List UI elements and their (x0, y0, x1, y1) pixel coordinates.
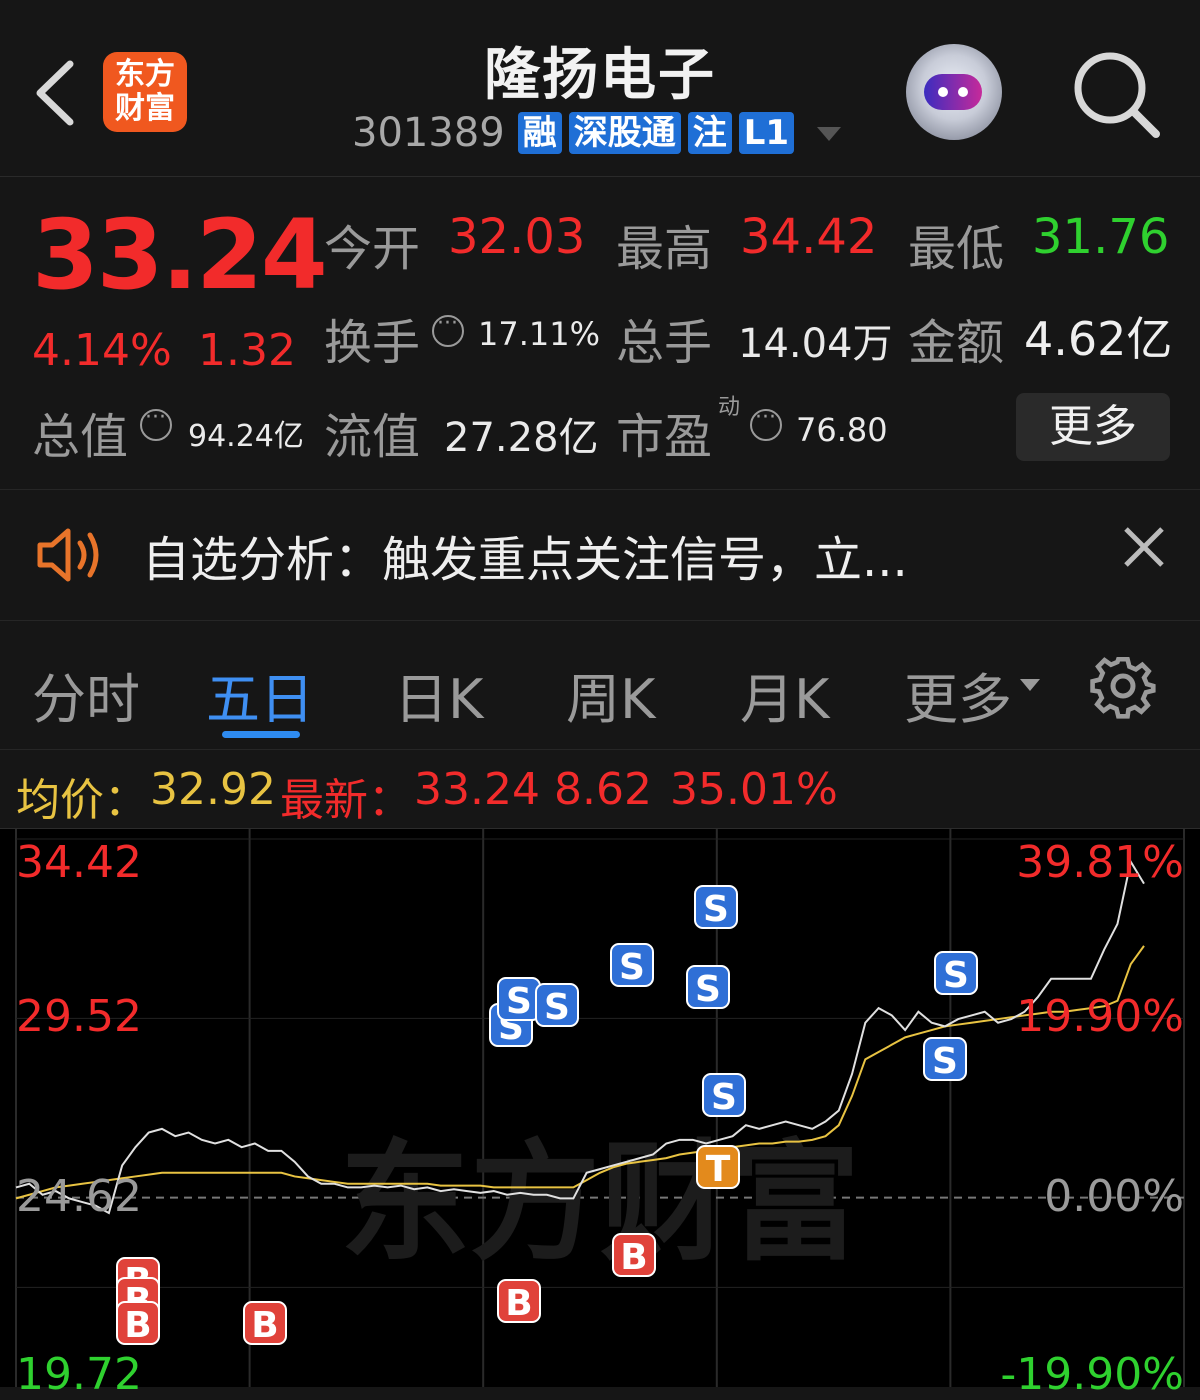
robot-eye (938, 87, 948, 97)
signal-marker-label: B (251, 1305, 278, 1346)
y-tick-right-base: 0.00% (1044, 1171, 1184, 1222)
low-value: 31.76 (1032, 209, 1170, 265)
tab-daily-k[interactable]: 日K (394, 655, 483, 734)
mktcap-value: 94.24亿 (188, 419, 304, 454)
chart-canvas: 东方财富BBBBBBSSSSSSSSST (15, 829, 1185, 1387)
signal-marker-label: S (695, 969, 721, 1010)
turnover-label: 换手 (324, 315, 421, 371)
signal-marker-label: B (505, 1283, 532, 1324)
y-tick-right-bottom: -19.90% (1000, 1349, 1184, 1400)
high-label: 最高 (616, 221, 713, 277)
latest-value: 33.24 (414, 764, 540, 815)
quote-panel: 33.24 4.14% 1.32 今开 32.03 最高 34.42 最低 31… (0, 177, 1200, 490)
notice-text: 自选分析：触发重点关注信号，立... (142, 532, 908, 588)
signal-marker-label: B (620, 1237, 647, 1278)
five-day-chart[interactable]: 东方财富BBBBBBSSSSSSSSST 34.42 29.52 24.62 1… (0, 829, 1200, 1400)
y-tick-left-top: 34.42 (16, 837, 142, 888)
change-amount: 1.32 (198, 325, 296, 376)
avg-value: 32.92 (150, 764, 276, 815)
tab-monthly-k[interactable]: 月K (740, 655, 829, 734)
open-value: 32.03 (448, 209, 586, 265)
change-pct-value: 35.01% (670, 764, 838, 815)
signal-marker-label: S (932, 1041, 958, 1082)
mktcap-label: 总值 (32, 409, 129, 465)
change-value: 8.62 (554, 764, 652, 815)
y-tick-right-top: 39.81% (1016, 837, 1184, 888)
signal-marker-label: S (619, 947, 645, 988)
more-dots-icon[interactable] (140, 405, 172, 441)
stock-code: 301389 (352, 110, 505, 156)
signal-marker-label: S (544, 987, 570, 1028)
signal-marker-label: S (506, 981, 532, 1022)
low-label: 最低 (908, 221, 1005, 277)
watermark-text: 东方财富 (340, 1127, 860, 1279)
latest-label: 最新： (280, 775, 412, 826)
y-tick-left-mid: 29.52 (16, 991, 142, 1042)
signal-marker-label: S (703, 889, 729, 930)
float-label: 流值 (324, 409, 421, 465)
tag-registration: 注 (687, 112, 732, 154)
robot-eye (958, 87, 968, 97)
tab-more[interactable]: 更多 (904, 655, 1012, 734)
y-tick-left-base: 24.62 (16, 1171, 142, 1222)
tag-level1: L1 (738, 112, 795, 154)
amount-label: 金额 (908, 315, 1005, 371)
tab-weekly-k[interactable]: 周K (566, 655, 655, 734)
signal-marker-label: B (124, 1305, 151, 1346)
signal-marker-label: S (711, 1077, 737, 1118)
chevron-down-icon[interactable] (817, 127, 842, 141)
y-tick-right-mid: 19.90% (1016, 991, 1184, 1042)
volume-value: 14.04万 (738, 321, 893, 367)
pe-label: 市盈 (616, 409, 713, 465)
tab-five-day[interactable]: 五日 (206, 655, 314, 734)
gear-icon[interactable] (1090, 653, 1156, 719)
pe-value: 76.80 (796, 411, 888, 449)
signal-marker-label: T (706, 1149, 731, 1190)
stock-code-row[interactable]: 301389 融 深股通 注 L1 (352, 110, 842, 156)
current-price: 33.24 (32, 199, 328, 311)
pe-superscript: 动 (718, 395, 741, 420)
tag-margin: 融 (517, 112, 562, 154)
y-tick-left-bottom: 19.72 (16, 1349, 142, 1400)
speaker-icon (37, 528, 99, 582)
signal-marker-label: S (943, 955, 969, 996)
volume-label: 总手 (616, 315, 713, 371)
more-dots-icon[interactable] (432, 311, 464, 347)
robot-avatar[interactable] (906, 44, 1002, 140)
amount-value: 4.62亿 (1024, 312, 1173, 366)
chevron-down-icon[interactable] (1020, 679, 1040, 691)
more-dots-icon[interactable] (750, 405, 782, 441)
active-tab-indicator (222, 731, 300, 738)
open-label: 今开 (324, 221, 421, 277)
close-icon[interactable] (1122, 525, 1166, 569)
tab-intraday[interactable]: 分时 (32, 655, 140, 734)
float-value: 27.28亿 (444, 415, 599, 461)
robot-face (924, 74, 982, 110)
chart-tabs: 分时 五日 日K 周K 月K 更多 (0, 621, 1200, 750)
change-percent: 4.14% (32, 325, 172, 376)
high-value: 34.42 (740, 209, 878, 265)
notice-banner[interactable]: 自选分析：触发重点关注信号，立... (0, 490, 1200, 621)
avg-label: 均价： (16, 775, 148, 826)
stock-name: 隆扬电子 (484, 43, 716, 108)
search-icon[interactable] (1072, 50, 1162, 140)
tag-connect: 深股通 (568, 112, 681, 154)
more-button[interactable]: 更多 (1016, 393, 1170, 461)
chart-info-bar: 均价： 32.92 最新： 33.24 8.62 35.01% (0, 750, 1200, 829)
turnover-value: 17.11% (478, 315, 601, 353)
header-bar: 东方 财富 隆扬电子 301389 融 深股通 注 L1 (0, 0, 1200, 177)
